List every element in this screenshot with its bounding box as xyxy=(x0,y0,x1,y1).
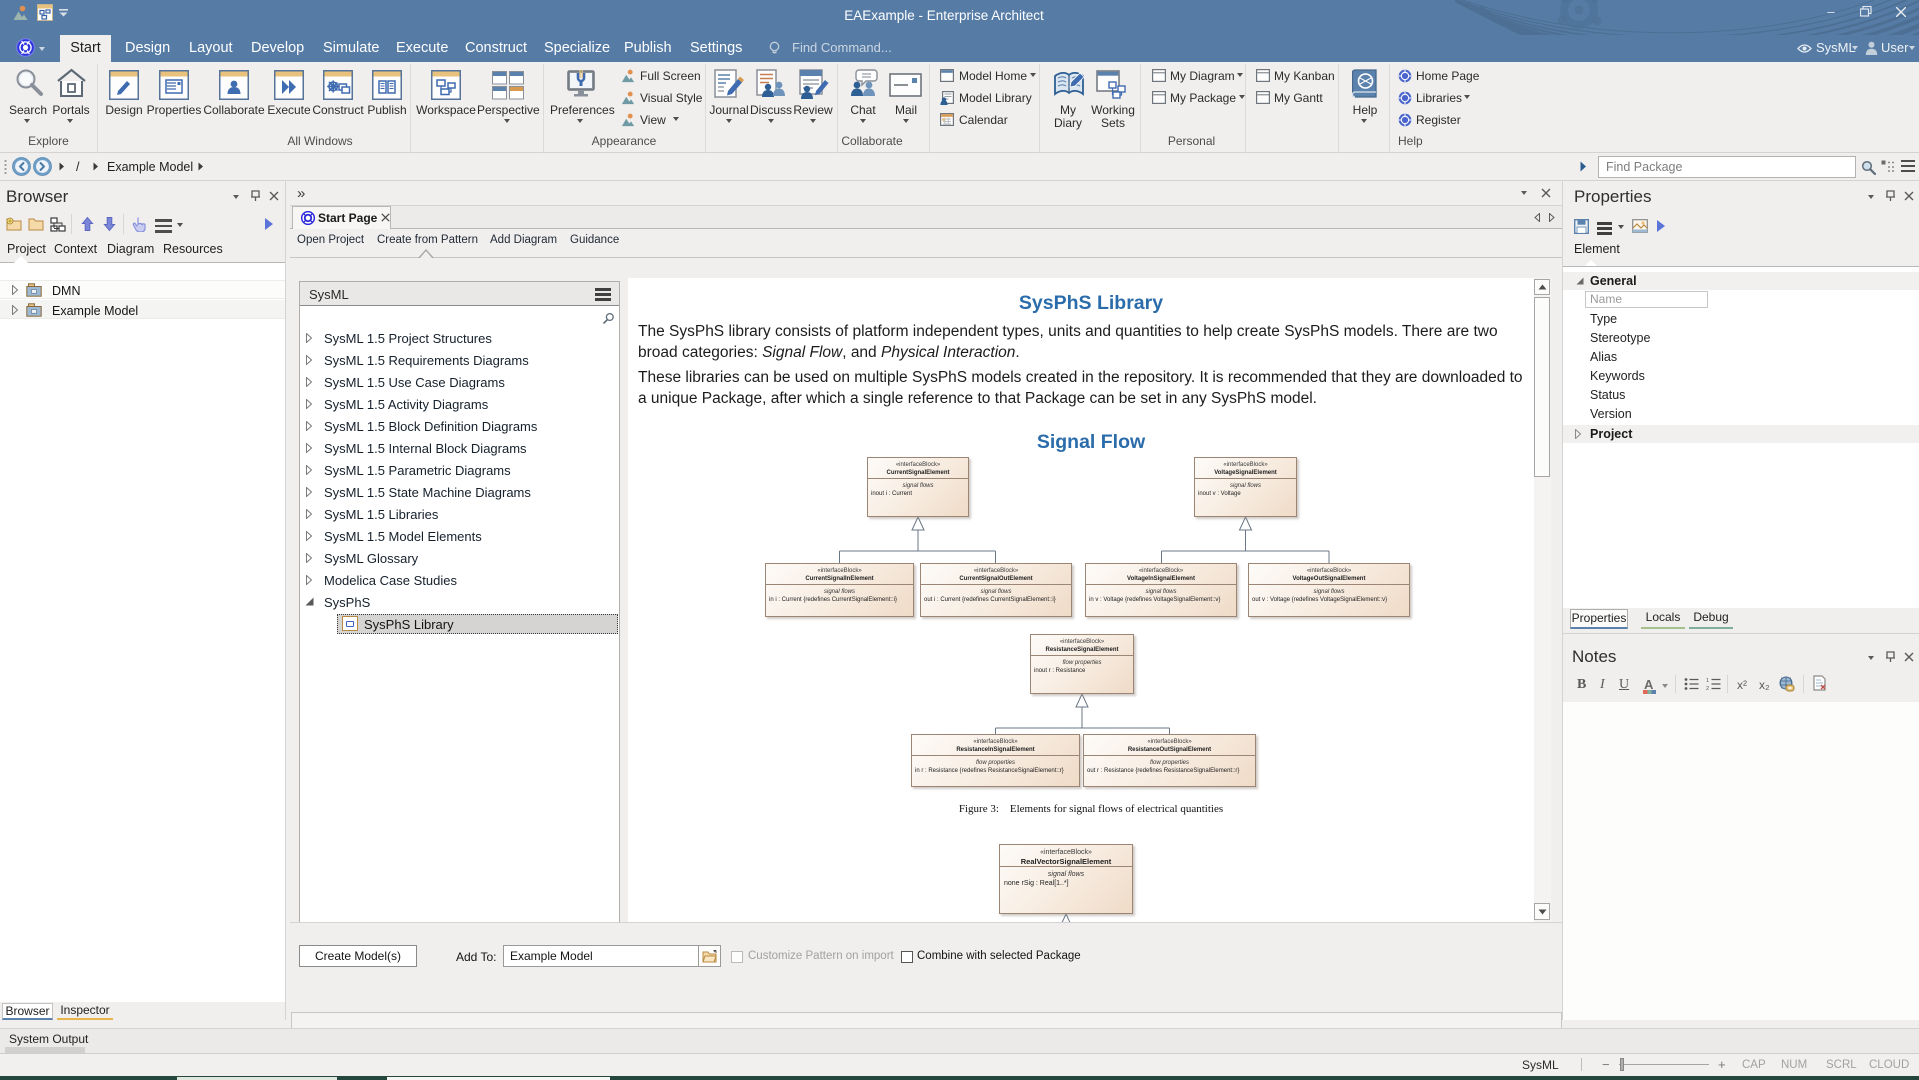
svg-text:1: 1 xyxy=(1706,678,1709,684)
svg-text:2: 2 xyxy=(1706,686,1709,691)
